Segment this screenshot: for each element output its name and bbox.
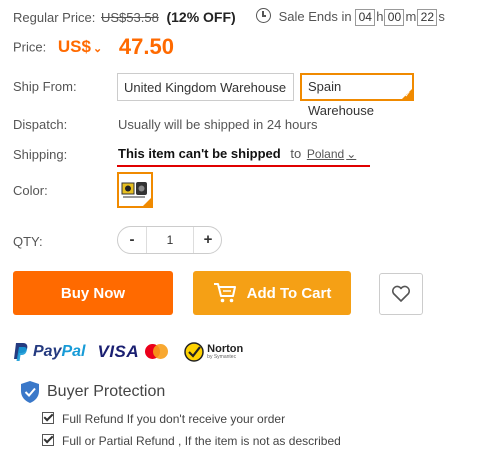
shipping-error-message: This item can't be shipped xyxy=(118,146,281,161)
regular-price-label: Regular Price: xyxy=(13,10,96,25)
paypal-text-pal: Pal xyxy=(61,343,86,360)
checkbox-icon xyxy=(42,412,54,424)
discount-badge: (12% OFF) xyxy=(166,9,236,25)
paypal-logo: PayPal xyxy=(13,342,85,362)
buyer-protection-title: Buyer Protection xyxy=(47,383,166,400)
check-icon: ✓ xyxy=(143,197,150,206)
paypal-text-pay: Pay xyxy=(33,343,62,360)
qty-divider-right xyxy=(193,227,194,253)
shipping-country: Poland xyxy=(306,147,345,161)
cart-icon xyxy=(213,283,236,303)
protection-item-text: Full or Partial Refund , If the item is … xyxy=(62,434,341,448)
timer-minutes-unit: m xyxy=(405,9,417,24)
checkbox-icon xyxy=(42,434,54,446)
currency-selector[interactable]: US$ ⌄ xyxy=(58,37,107,56)
currency-value: US$ xyxy=(57,37,91,56)
color-label: Color: xyxy=(13,183,48,198)
buyer-protection-header: Buyer Protection xyxy=(20,380,165,404)
regular-price-value: US$53.58 xyxy=(101,10,159,25)
wishlist-button[interactable] xyxy=(379,273,423,315)
qty-increase-button[interactable]: + xyxy=(195,226,221,254)
price-row: Price: US$ ⌄ 47.50 xyxy=(13,34,174,60)
check-icon: ✓ xyxy=(404,90,411,99)
protection-item: Full or Partial Refund , If the item is … xyxy=(42,434,341,448)
shipping-country-selector[interactable]: Poland ⌄ xyxy=(307,147,356,161)
paypal-icon xyxy=(14,343,28,361)
timer-seconds-unit: s xyxy=(438,9,445,24)
timer-seconds: 22 xyxy=(417,9,438,26)
sale-timer: Sale Ends in 04 h 00 m 22 s xyxy=(256,8,445,26)
price-amount: 47.50 xyxy=(118,34,174,59)
timer-hours: 04 xyxy=(355,9,376,26)
dispatch-label: Dispatch: xyxy=(13,117,68,132)
buy-now-button[interactable]: Buy Now xyxy=(13,271,173,315)
sale-ends-label: Sale Ends in xyxy=(278,9,352,24)
warehouse-option-label: Spain Warehouse xyxy=(308,79,374,118)
chevron-down-icon: ⌄ xyxy=(346,147,357,161)
protection-item-text: Full Refund If you don't receive your or… xyxy=(62,412,286,426)
protection-item: Full Refund If you don't receive your or… xyxy=(42,412,285,426)
shipping-label: Shipping: xyxy=(13,147,68,162)
qty-label: QTY: xyxy=(13,234,43,249)
mastercard-logo xyxy=(145,344,169,360)
chevron-down-icon: ⌄ xyxy=(92,43,103,55)
dispatch-value: Usually will be shipped in 24 hours xyxy=(118,117,318,132)
shipping-error-underline xyxy=(117,165,370,167)
qty-input[interactable]: 1 xyxy=(147,227,193,253)
norton-logo: Norton by Symantec xyxy=(183,341,243,363)
ship-from-label: Ship From: xyxy=(13,79,77,94)
shield-icon xyxy=(21,381,39,403)
warehouse-option-uk[interactable]: United Kingdom Warehouse xyxy=(117,73,294,101)
visa-logo: VISA xyxy=(97,342,140,361)
timer-minutes: 00 xyxy=(384,9,405,26)
price-label: Price: xyxy=(13,39,47,55)
norton-subtext: by Symantec xyxy=(207,354,237,360)
add-to-cart-button[interactable]: Add To Cart xyxy=(193,271,351,315)
add-to-cart-label: Add To Cart xyxy=(246,284,332,302)
warehouse-option-spain[interactable]: Spain Warehouse ✓ xyxy=(300,73,414,118)
quantity-stepper: - 1 + xyxy=(117,226,222,254)
heart-icon xyxy=(391,285,411,302)
payment-methods: PayPal VISA Norton by Symantec xyxy=(13,340,243,364)
timer-hours-unit: h xyxy=(376,9,384,24)
regular-price-row: Regular Price: US$53.58 (12% OFF) xyxy=(13,9,236,27)
norton-check-icon xyxy=(184,342,204,362)
clock-icon xyxy=(256,8,271,23)
shipping-info: This item can't be shipped to Poland ⌄ xyxy=(118,146,356,161)
norton-text: Norton xyxy=(207,343,244,355)
buy-now-label: Buy Now xyxy=(60,284,126,302)
qty-decrease-button[interactable]: - xyxy=(119,226,145,254)
color-swatch-selected[interactable]: ✓ xyxy=(117,172,153,208)
shipping-to-label: to xyxy=(290,146,302,161)
